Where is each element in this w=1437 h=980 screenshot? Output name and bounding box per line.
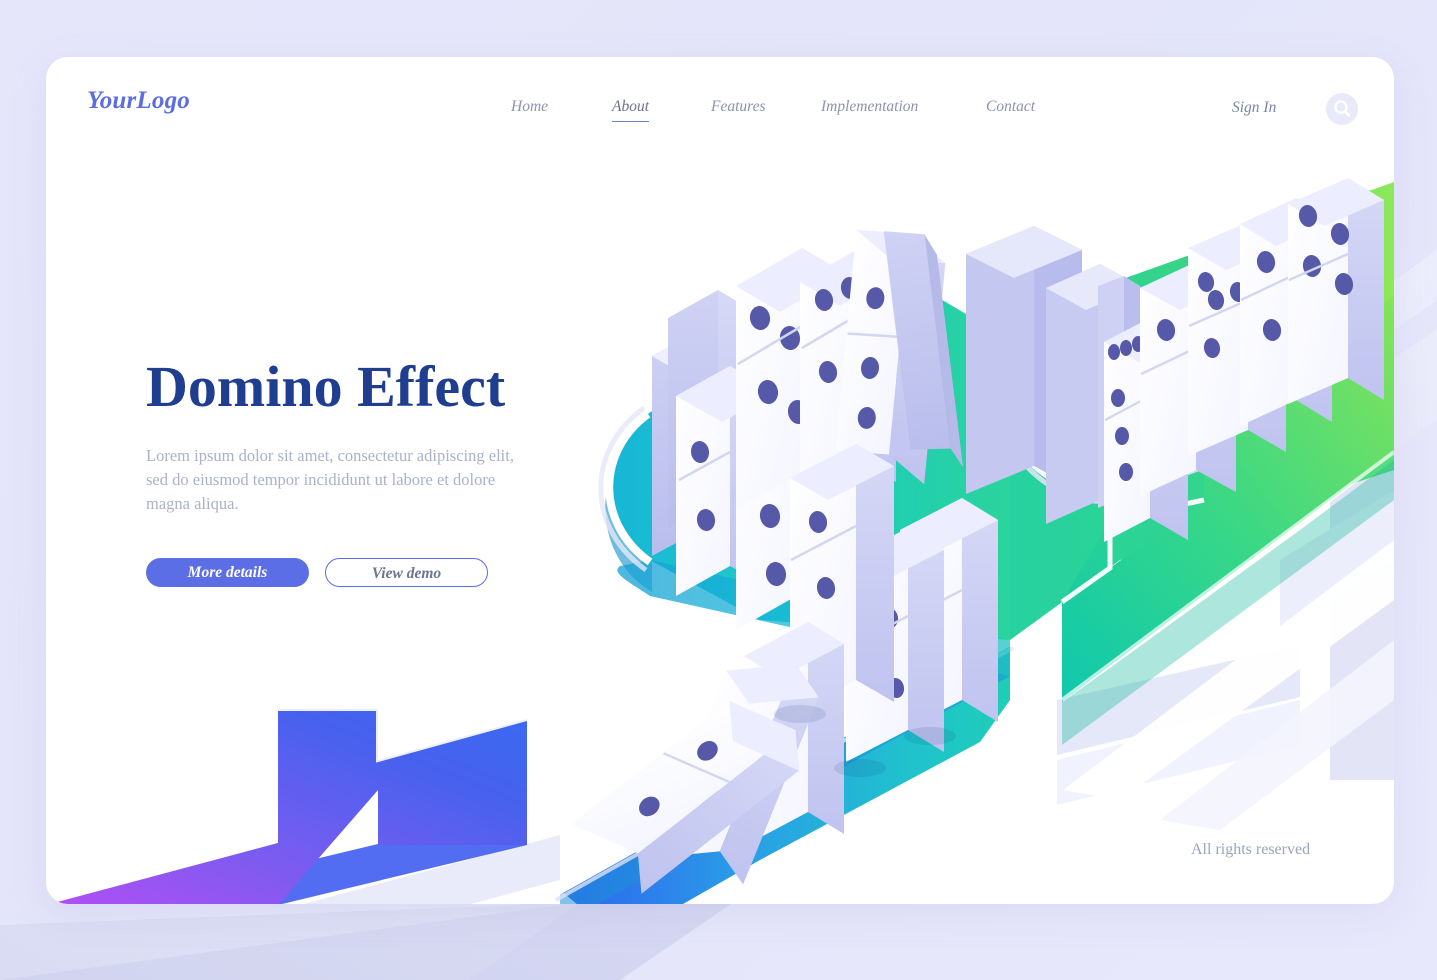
domino-tiles <box>571 178 1384 894</box>
landing-card: YourLogo Home About Features Implementat… <box>46 57 1394 904</box>
search-icon <box>1334 100 1351 117</box>
nav-item-features[interactable]: Features <box>711 98 766 121</box>
page-root: YourLogo Home About Features Implementat… <box>0 0 1437 980</box>
hero-subtitle: Lorem ipsum dolor sit amet, consectetur … <box>146 445 514 513</box>
sign-in-link[interactable]: Sign In <box>1232 99 1276 117</box>
main-nav: Home About Features Implementation Conta… <box>426 98 1126 132</box>
more-details-button[interactable]: More details <box>146 557 309 587</box>
logo[interactable]: YourLogo <box>87 87 190 115</box>
nav-item-about[interactable]: About <box>612 98 650 122</box>
nav-item-implementation[interactable]: Implementation <box>821 98 918 121</box>
search-button[interactable] <box>1326 93 1358 125</box>
nav-item-contact[interactable]: Contact <box>986 98 1035 121</box>
page-title: Domino Effect <box>146 354 506 419</box>
rights-reserved-text: All rights reserved <box>1191 841 1311 858</box>
hero-section: Domino Effect Lorem ipsum dolor sit amet… <box>146 354 576 587</box>
view-demo-button[interactable]: View demo <box>325 557 488 587</box>
hero-buttons: More details View demo <box>146 557 576 587</box>
site-header: YourLogo Home About Features Implementat… <box>46 57 1394 167</box>
nav-item-home[interactable]: Home <box>511 98 548 121</box>
